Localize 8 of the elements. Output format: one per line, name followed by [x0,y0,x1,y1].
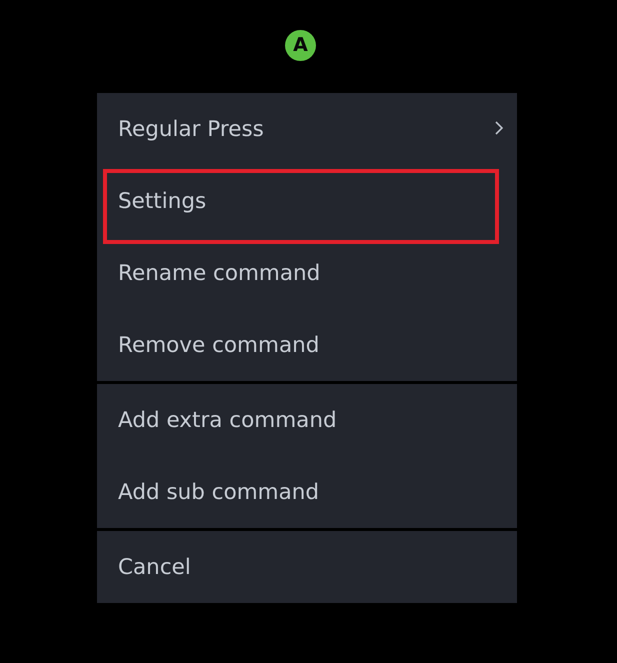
menu-item[interactable]: Add sub command [97,456,517,528]
letter-badge: A [285,30,316,61]
menu-item[interactable]: Remove command [97,309,517,381]
menu-item[interactable]: Settings [97,165,517,237]
menu-item[interactable]: Cancel [97,531,517,603]
menu-item[interactable]: Add extra command [97,384,517,456]
menu-item[interactable]: Regular Press [97,93,517,165]
menu-item[interactable]: Rename command [97,237,517,309]
